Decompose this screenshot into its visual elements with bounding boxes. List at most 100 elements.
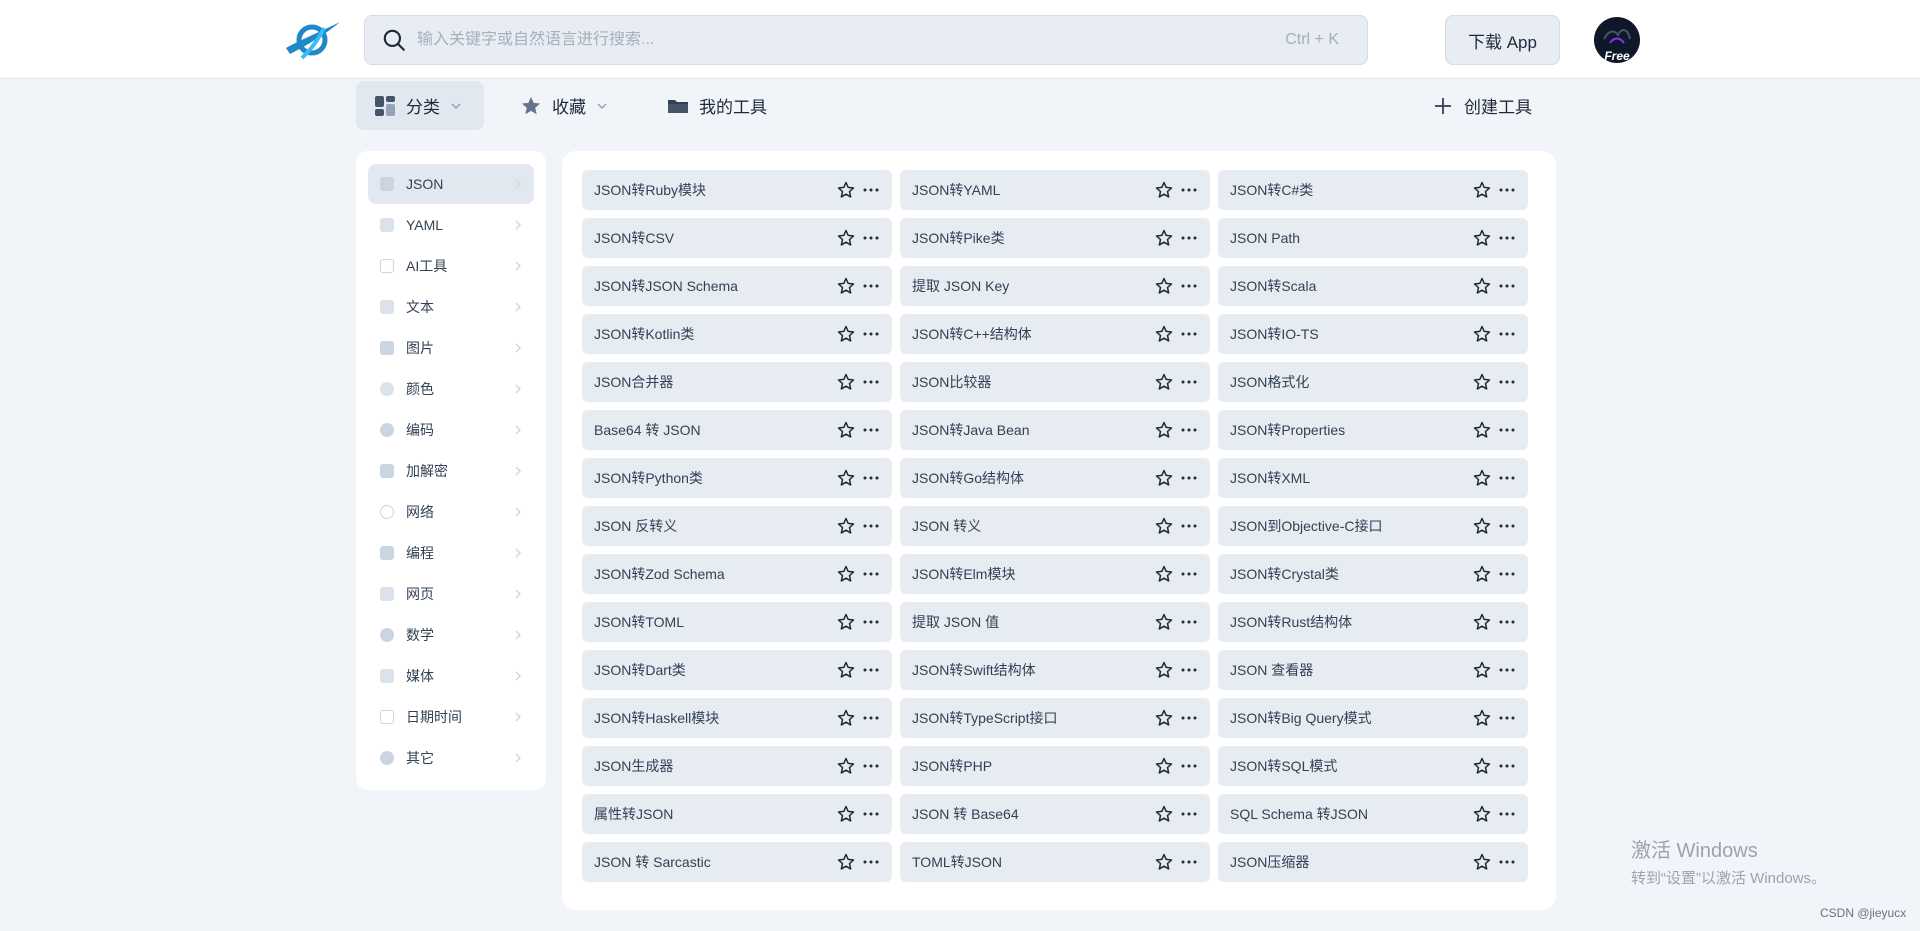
more-options-icon[interactable] bbox=[1498, 612, 1516, 632]
sidebar-item-ai-tools[interactable]: AI工具 bbox=[368, 246, 534, 286]
tool-card[interactable]: Base64 转 JSON bbox=[582, 410, 892, 450]
tool-card[interactable]: JSON转Rust结构体 bbox=[1218, 602, 1528, 642]
more-options-icon[interactable] bbox=[862, 756, 880, 776]
favorite-star-icon[interactable] bbox=[1154, 276, 1174, 296]
favorite-star-icon[interactable] bbox=[1154, 756, 1174, 776]
tool-card[interactable]: JSON转Python类 bbox=[582, 458, 892, 498]
more-options-icon[interactable] bbox=[1180, 852, 1198, 872]
tool-card[interactable]: 提取 JSON 值 bbox=[900, 602, 1210, 642]
more-options-icon[interactable] bbox=[1498, 180, 1516, 200]
favorite-star-icon[interactable] bbox=[1154, 468, 1174, 488]
tool-card[interactable]: JSON转IO-TS bbox=[1218, 314, 1528, 354]
search-bar[interactable]: Ctrl + K bbox=[364, 15, 1368, 65]
more-options-icon[interactable] bbox=[1180, 756, 1198, 776]
sidebar-item-network[interactable]: 网络 bbox=[368, 492, 534, 532]
favorite-star-icon[interactable] bbox=[1472, 516, 1492, 536]
favorite-star-icon[interactable] bbox=[1154, 660, 1174, 680]
favorite-star-icon[interactable] bbox=[836, 468, 856, 488]
tool-card[interactable]: JSON转Dart类 bbox=[582, 650, 892, 690]
tool-card[interactable]: JSON转Go结构体 bbox=[900, 458, 1210, 498]
more-options-icon[interactable] bbox=[862, 372, 880, 392]
favorite-star-icon[interactable] bbox=[1472, 756, 1492, 776]
more-options-icon[interactable] bbox=[1498, 228, 1516, 248]
more-options-icon[interactable] bbox=[862, 324, 880, 344]
favorite-star-icon[interactable] bbox=[1154, 564, 1174, 584]
tool-card[interactable]: JSON转Java Bean bbox=[900, 410, 1210, 450]
favorite-star-icon[interactable] bbox=[1472, 612, 1492, 632]
favorite-star-icon[interactable] bbox=[1154, 516, 1174, 536]
sidebar-item-webpage[interactable]: 网页 bbox=[368, 574, 534, 614]
tool-card[interactable]: JSON比较器 bbox=[900, 362, 1210, 402]
tool-card[interactable]: JSON转Haskell模块 bbox=[582, 698, 892, 738]
favorite-star-icon[interactable] bbox=[836, 420, 856, 440]
favorite-star-icon[interactable] bbox=[1154, 180, 1174, 200]
more-options-icon[interactable] bbox=[1180, 612, 1198, 632]
sidebar-item-color[interactable]: 颜色 bbox=[368, 369, 534, 409]
sidebar-item-programming[interactable]: 编程 bbox=[368, 533, 534, 573]
category-menu[interactable]: 分类 bbox=[356, 81, 484, 130]
more-options-icon[interactable] bbox=[1180, 468, 1198, 488]
favorite-star-icon[interactable] bbox=[836, 372, 856, 392]
more-options-icon[interactable] bbox=[862, 468, 880, 488]
more-options-icon[interactable] bbox=[1498, 804, 1516, 824]
favorite-star-icon[interactable] bbox=[836, 612, 856, 632]
more-options-icon[interactable] bbox=[1180, 804, 1198, 824]
favorite-star-icon[interactable] bbox=[1154, 324, 1174, 344]
more-options-icon[interactable] bbox=[1498, 468, 1516, 488]
tool-card[interactable]: JSON转XML bbox=[1218, 458, 1528, 498]
sidebar-item-encryption[interactable]: 加解密 bbox=[368, 451, 534, 491]
favorite-star-icon[interactable] bbox=[836, 756, 856, 776]
more-options-icon[interactable] bbox=[1180, 708, 1198, 728]
tool-card[interactable]: SQL Schema 转JSON bbox=[1218, 794, 1528, 834]
favorite-star-icon[interactable] bbox=[1472, 276, 1492, 296]
more-options-icon[interactable] bbox=[1498, 372, 1516, 392]
tool-card[interactable]: JSON 转义 bbox=[900, 506, 1210, 546]
sidebar-item-yaml[interactable]: YAML bbox=[368, 205, 534, 245]
more-options-icon[interactable] bbox=[862, 660, 880, 680]
more-options-icon[interactable] bbox=[1180, 516, 1198, 536]
app-logo[interactable] bbox=[280, 18, 344, 62]
favorite-star-icon[interactable] bbox=[836, 804, 856, 824]
tool-card[interactable]: 提取 JSON Key bbox=[900, 266, 1210, 306]
sidebar-item-encoding[interactable]: 编码 bbox=[368, 410, 534, 450]
favorite-star-icon[interactable] bbox=[836, 276, 856, 296]
download-app-button[interactable]: 下载 App bbox=[1445, 15, 1560, 65]
favorite-star-icon[interactable] bbox=[1472, 228, 1492, 248]
more-options-icon[interactable] bbox=[1498, 708, 1516, 728]
favorite-star-icon[interactable] bbox=[1472, 804, 1492, 824]
more-options-icon[interactable] bbox=[1498, 276, 1516, 296]
sidebar-item-media[interactable]: 媒体 bbox=[368, 656, 534, 696]
tool-card[interactable]: JSON格式化 bbox=[1218, 362, 1528, 402]
my-tools-link[interactable]: 我的工具 bbox=[667, 81, 767, 130]
more-options-icon[interactable] bbox=[862, 708, 880, 728]
favorite-star-icon[interactable] bbox=[1472, 564, 1492, 584]
tool-card[interactable]: JSON转Swift结构体 bbox=[900, 650, 1210, 690]
sidebar-item-datetime[interactable]: 日期时间 bbox=[368, 697, 534, 737]
favorite-star-icon[interactable] bbox=[1472, 468, 1492, 488]
more-options-icon[interactable] bbox=[1180, 180, 1198, 200]
favorite-star-icon[interactable] bbox=[1472, 660, 1492, 680]
favorite-star-icon[interactable] bbox=[1472, 324, 1492, 344]
more-options-icon[interactable] bbox=[1180, 564, 1198, 584]
search-input[interactable] bbox=[417, 31, 1286, 49]
more-options-icon[interactable] bbox=[862, 276, 880, 296]
tool-card[interactable]: JSON转C++结构体 bbox=[900, 314, 1210, 354]
tool-card[interactable]: JSON压缩器 bbox=[1218, 842, 1528, 882]
more-options-icon[interactable] bbox=[1498, 756, 1516, 776]
more-options-icon[interactable] bbox=[1498, 660, 1516, 680]
more-options-icon[interactable] bbox=[1498, 852, 1516, 872]
tool-card[interactable]: JSON 查看器 bbox=[1218, 650, 1528, 690]
tool-card[interactable]: JSON转Properties bbox=[1218, 410, 1528, 450]
create-tool-button[interactable]: 创建工具 bbox=[1432, 81, 1532, 130]
tool-card[interactable]: TOML转JSON bbox=[900, 842, 1210, 882]
tool-card[interactable]: JSON 转 Base64 bbox=[900, 794, 1210, 834]
sidebar-item-image[interactable]: 图片 bbox=[368, 328, 534, 368]
favorite-star-icon[interactable] bbox=[1154, 612, 1174, 632]
tool-card[interactable]: JSON到Objective-C接口 bbox=[1218, 506, 1528, 546]
favorite-star-icon[interactable] bbox=[836, 324, 856, 344]
more-options-icon[interactable] bbox=[1180, 420, 1198, 440]
more-options-icon[interactable] bbox=[1180, 276, 1198, 296]
favorite-star-icon[interactable] bbox=[1154, 708, 1174, 728]
favorite-star-icon[interactable] bbox=[836, 660, 856, 680]
favorite-star-icon[interactable] bbox=[1154, 852, 1174, 872]
